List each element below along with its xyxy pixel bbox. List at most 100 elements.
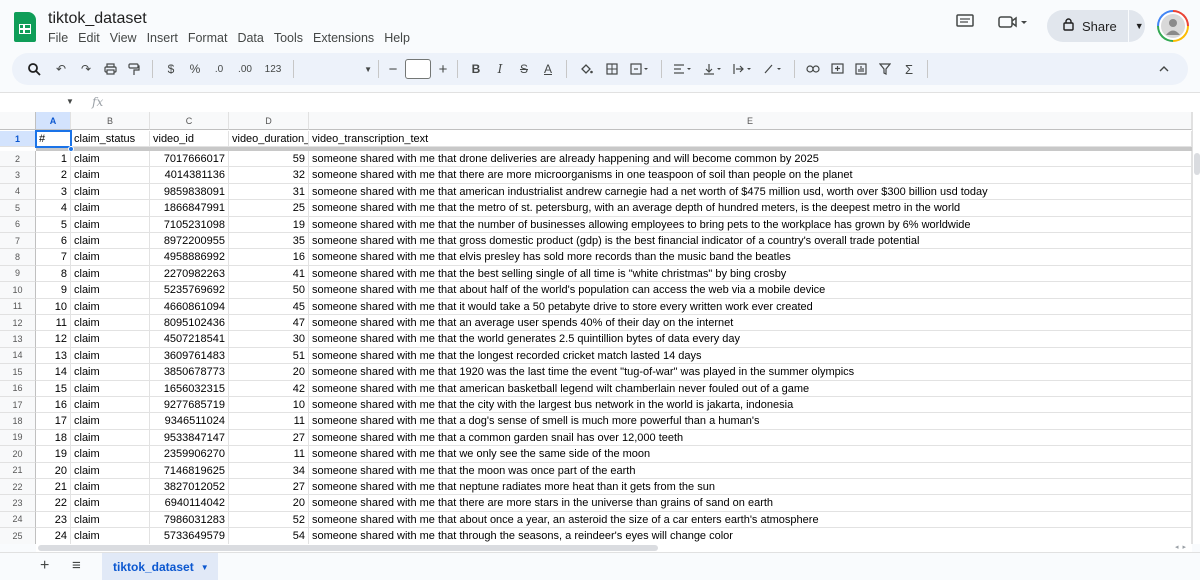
cell-b[interactable]: claim bbox=[71, 364, 150, 381]
row-header[interactable]: 13 bbox=[0, 331, 36, 348]
cell-e[interactable]: someone shared with me that the city wit… bbox=[309, 397, 1192, 414]
cell-d[interactable]: 11 bbox=[229, 413, 309, 430]
cell-c[interactable]: video_id bbox=[150, 131, 229, 148]
cell-b[interactable]: claim bbox=[71, 528, 150, 544]
row-header[interactable]: 5 bbox=[0, 200, 36, 217]
cell-c[interactable]: 9277685719 bbox=[150, 397, 229, 414]
cell-e[interactable]: someone shared with me that about once a… bbox=[309, 511, 1192, 529]
cell-d[interactable]: 20 bbox=[229, 364, 309, 381]
cell-c[interactable]: 9346511024 bbox=[150, 413, 229, 430]
cell-e[interactable]: someone shared with me that a dog's sens… bbox=[309, 413, 1192, 430]
text-color-button[interactable]: A bbox=[536, 57, 560, 81]
row-header[interactable]: 10 bbox=[0, 282, 36, 299]
row-header[interactable]: 20 bbox=[0, 446, 36, 463]
cell-a[interactable]: 13 bbox=[36, 347, 71, 365]
row-header[interactable]: 8 bbox=[0, 249, 36, 266]
column-header-b[interactable]: B bbox=[71, 112, 150, 130]
cell-b[interactable]: claim bbox=[71, 151, 150, 168]
cell-a[interactable]: 4 bbox=[36, 200, 71, 217]
cell-b[interactable]: claim bbox=[71, 200, 150, 217]
cell-c[interactable]: 5733649579 bbox=[150, 528, 229, 544]
cell-e[interactable]: someone shared with me that there are mo… bbox=[309, 495, 1192, 512]
cell-e[interactable]: someone shared with me that the longest … bbox=[309, 347, 1192, 365]
cell-b[interactable]: claim bbox=[71, 429, 150, 447]
vertical-align-icon[interactable] bbox=[698, 57, 728, 81]
cell-b[interactable]: claim bbox=[71, 380, 150, 397]
increase-decimal-button[interactable]: .00 bbox=[231, 57, 259, 81]
cell-a[interactable]: 22 bbox=[36, 495, 71, 512]
filter-icon[interactable] bbox=[873, 57, 897, 81]
cell-a[interactable]: 15 bbox=[36, 380, 71, 397]
cell-a[interactable]: 21 bbox=[36, 479, 71, 496]
cell-e[interactable]: someone shared with me that we only see … bbox=[309, 446, 1192, 463]
cell-c[interactable]: 9859838091 bbox=[150, 183, 229, 201]
more-formats-button[interactable]: 123 bbox=[259, 57, 287, 81]
cell-b[interactable]: claim bbox=[71, 233, 150, 250]
merge-cells-icon[interactable] bbox=[625, 57, 655, 81]
row-header[interactable]: 25 bbox=[0, 528, 36, 544]
column-header-a[interactable]: A bbox=[36, 112, 71, 130]
cell-e[interactable]: someone shared with me that american ind… bbox=[309, 183, 1192, 201]
row-header[interactable]: 22 bbox=[0, 479, 36, 496]
cell-d[interactable]: 16 bbox=[229, 249, 309, 266]
row-header[interactable]: 9 bbox=[0, 265, 36, 283]
row-header[interactable]: 6 bbox=[0, 216, 36, 233]
sheet-tab[interactable]: tiktok_dataset ▼ bbox=[102, 553, 218, 580]
cell-b[interactable]: claim bbox=[71, 249, 150, 266]
cell-c[interactable]: 7986031283 bbox=[150, 511, 229, 529]
cell-d[interactable]: 10 bbox=[229, 397, 309, 414]
cell-d[interactable]: 45 bbox=[229, 298, 309, 315]
cell-a[interactable]: 1 bbox=[36, 151, 71, 168]
cell-a[interactable]: 18 bbox=[36, 429, 71, 447]
menu-tools[interactable]: Tools bbox=[269, 31, 308, 45]
menu-edit[interactable]: Edit bbox=[73, 31, 105, 45]
row-header[interactable]: 7 bbox=[0, 233, 36, 250]
cell-b[interactable]: claim bbox=[71, 265, 150, 283]
cell-b[interactable]: claim bbox=[71, 397, 150, 414]
cell-d[interactable]: 42 bbox=[229, 380, 309, 397]
cell-b[interactable]: claim bbox=[71, 298, 150, 315]
cell-e[interactable]: someone shared with me that american bas… bbox=[309, 380, 1192, 397]
select-all-corner[interactable] bbox=[0, 112, 36, 130]
functions-button[interactable]: Σ bbox=[897, 57, 921, 81]
cell-d[interactable]: 32 bbox=[229, 167, 309, 184]
cell-c[interactable]: 5235769692 bbox=[150, 282, 229, 299]
cell-a[interactable]: 2 bbox=[36, 167, 71, 184]
cell-b[interactable]: claim bbox=[71, 167, 150, 184]
cell-c[interactable]: 7105231098 bbox=[150, 216, 229, 233]
sheet-tab-dropdown-icon[interactable]: ▼ bbox=[201, 563, 209, 572]
cell-e[interactable]: someone shared with me that the world ge… bbox=[309, 331, 1192, 348]
column-header-d[interactable]: D bbox=[229, 112, 309, 130]
cell-c[interactable]: 8972200955 bbox=[150, 233, 229, 250]
cell-e[interactable]: someone shared with me that an average u… bbox=[309, 315, 1192, 332]
hide-menus-chevron-icon[interactable] bbox=[1156, 57, 1172, 81]
row-header[interactable]: 23 bbox=[0, 495, 36, 512]
cell-b[interactable]: claim bbox=[71, 511, 150, 529]
row-header[interactable]: 24 bbox=[0, 511, 36, 529]
cell-b[interactable]: claim bbox=[71, 216, 150, 233]
row-header[interactable]: 3 bbox=[0, 167, 36, 184]
scroll-arrows-icon[interactable]: ◂▸ bbox=[1175, 543, 1190, 551]
cell-a[interactable]: 11 bbox=[36, 315, 71, 332]
cell-e[interactable]: someone shared with me that through the … bbox=[309, 528, 1192, 544]
name-box-dropdown-icon[interactable]: ▼ bbox=[66, 97, 74, 106]
cell-c[interactable]: 8095102436 bbox=[150, 315, 229, 332]
cell-d[interactable]: 19 bbox=[229, 216, 309, 233]
cell-b[interactable]: claim bbox=[71, 495, 150, 512]
share-dropdown-icon[interactable]: ▼ bbox=[1135, 21, 1144, 31]
decrease-decimal-button[interactable]: .0 bbox=[207, 57, 231, 81]
menu-extensions[interactable]: Extensions bbox=[308, 31, 379, 45]
row-header[interactable]: 14 bbox=[0, 347, 36, 365]
percent-format-button[interactable]: % bbox=[183, 57, 207, 81]
font-size-input[interactable] bbox=[405, 59, 431, 79]
cell-a[interactable]: 16 bbox=[36, 397, 71, 414]
vertical-scroll-thumb[interactable] bbox=[1194, 153, 1200, 175]
column-header-e[interactable]: E bbox=[309, 112, 1192, 130]
cell-c[interactable]: 4958886992 bbox=[150, 249, 229, 266]
cell-c[interactable]: 4014381136 bbox=[150, 167, 229, 184]
cell-d[interactable]: video_duration_sec bbox=[229, 131, 309, 148]
cell-a[interactable]: 10 bbox=[36, 298, 71, 315]
cell-e[interactable]: someone shared with me that the metro of… bbox=[309, 200, 1192, 217]
currency-format-button[interactable]: $ bbox=[159, 57, 183, 81]
cell-e[interactable]: someone shared with me that a common gar… bbox=[309, 429, 1192, 447]
